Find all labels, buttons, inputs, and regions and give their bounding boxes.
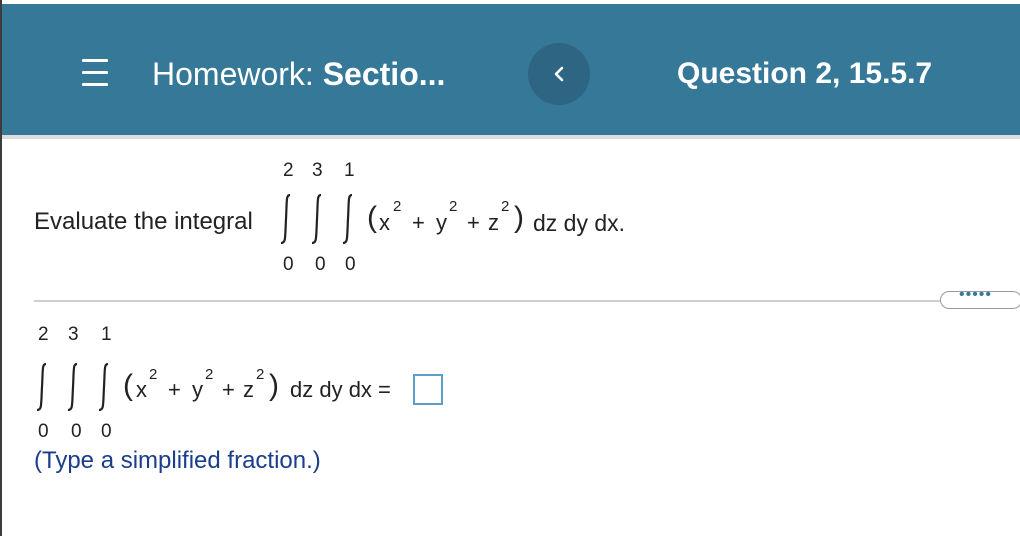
question-label[interactable]: Question 2, 15.5.7 xyxy=(677,56,932,92)
plus-sign: + xyxy=(467,210,480,235)
integrand-z-exponent: 2 xyxy=(501,198,510,215)
integrand-y: y xyxy=(436,210,447,235)
upper-limit-2: 3 xyxy=(312,160,323,181)
upper-limit-3: 1 xyxy=(344,160,355,181)
assignment-title-name: Sectio... xyxy=(322,56,446,92)
integrand-y-exponent: 2 xyxy=(449,198,458,215)
header-shadow xyxy=(2,135,1020,139)
problem-prompt: Evaluate the integral xyxy=(34,208,253,235)
upper-limit-1: 2 xyxy=(283,160,294,181)
integral-differentials: dz dy dx. xyxy=(533,210,626,236)
answer-upper-limit-3: 1 xyxy=(101,324,112,345)
integrand-x: x xyxy=(379,210,390,235)
answer-integrand-x: x xyxy=(136,377,147,402)
section-divider xyxy=(34,300,940,302)
answer-lower-limit-3: 0 xyxy=(101,421,112,442)
plus-sign: + xyxy=(412,210,425,235)
lower-limit-1: 0 xyxy=(283,254,294,275)
answer-upper-limit-2: 3 xyxy=(68,324,79,345)
integrand-z: z xyxy=(488,210,499,235)
answer-close-paren: ) xyxy=(269,369,279,402)
chevron-left-icon xyxy=(554,66,564,82)
lower-limit-3: 0 xyxy=(345,254,356,275)
answer-plus-sign: + xyxy=(222,377,235,402)
answer-open-paren: ( xyxy=(123,369,133,402)
answer-integrand-z: z xyxy=(243,377,254,402)
answer-lower-limit-1: 0 xyxy=(38,421,49,442)
open-paren: ( xyxy=(367,201,377,234)
answer-x-exponent: 2 xyxy=(149,366,158,383)
answer-input[interactable] xyxy=(413,374,443,405)
assignment-title[interactable]: Homework: Sectio... xyxy=(152,56,445,92)
answer-triple-integral-sign xyxy=(36,362,109,412)
ellipsis-icon: ••••• xyxy=(959,286,993,303)
lower-limit-2: 0 xyxy=(315,254,326,275)
answer-z-exponent: 2 xyxy=(256,366,265,383)
hamburger-menu-icon[interactable] xyxy=(82,58,108,88)
previous-question-button[interactable] xyxy=(528,43,590,105)
answer-differentials: dz dy dx = xyxy=(290,377,391,402)
expand-more-button[interactable]: ••••• xyxy=(940,286,1020,309)
answer-plus-sign: + xyxy=(168,377,181,402)
answer-hint: (Type a simplified fraction.) xyxy=(34,447,321,474)
answer-integrand-y: y xyxy=(192,377,203,402)
answer-upper-limit-1: 2 xyxy=(38,324,49,345)
answer-y-exponent: 2 xyxy=(205,366,214,383)
answer-lower-limit-2: 0 xyxy=(71,421,82,442)
integrand-x-exponent: 2 xyxy=(393,198,402,215)
triple-integral-sign xyxy=(280,193,353,245)
close-paren: ) xyxy=(514,201,524,234)
assignment-title-prefix: Homework: xyxy=(152,56,323,92)
